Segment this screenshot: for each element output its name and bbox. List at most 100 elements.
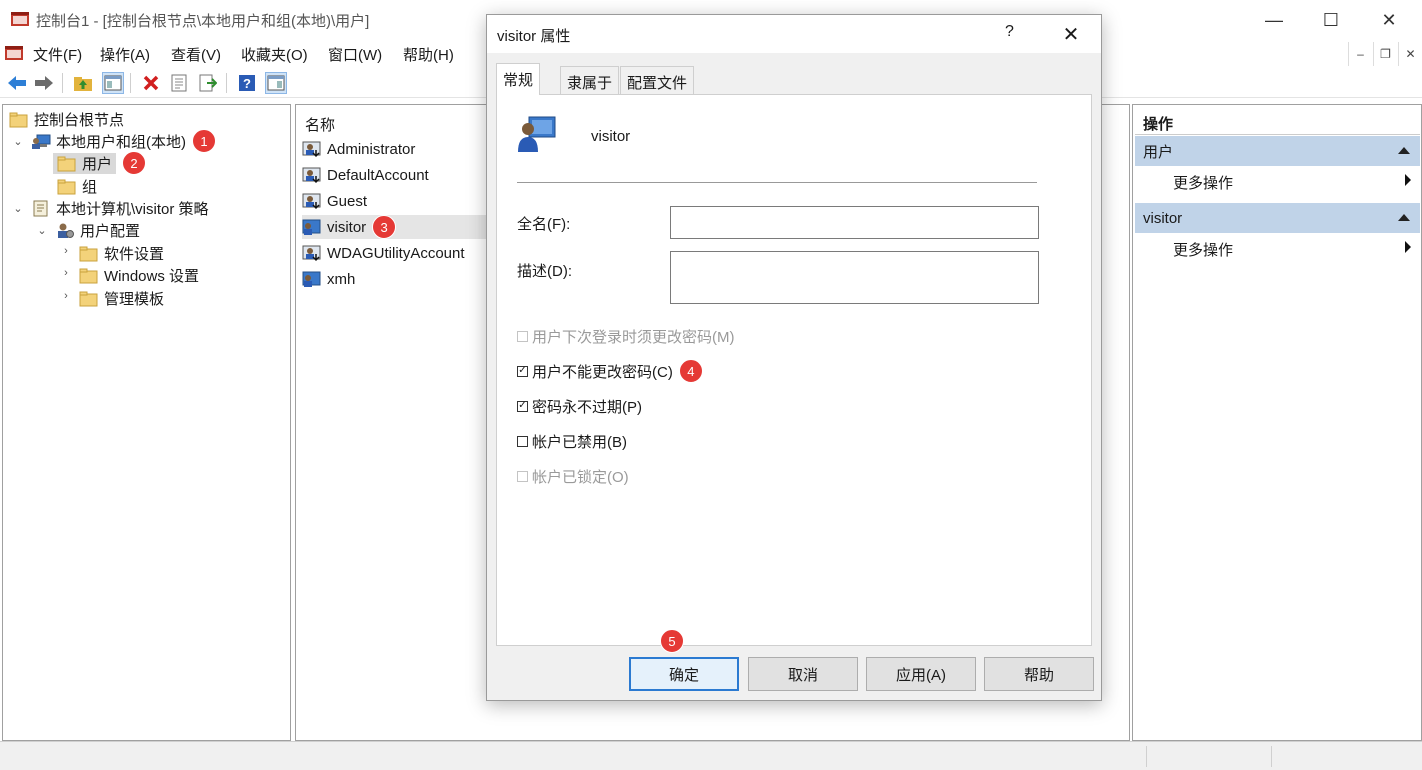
list-item-selected[interactable]: visitor 3 — [302, 215, 492, 239]
cancel-button[interactable]: 取消 — [748, 657, 858, 691]
list-item[interactable]: DefaultAccount — [302, 163, 429, 187]
mdi-restore-button[interactable]: ❐ — [1373, 42, 1397, 66]
tab-profile[interactable]: 配置文件 — [620, 66, 695, 94]
tree-item-label: 用户配置 — [80, 222, 141, 240]
help-icon[interactable]: ? — [236, 72, 258, 94]
column-header-name[interactable]: 名称 — [305, 114, 335, 135]
folder-icon — [79, 291, 98, 306]
tree-item-local-users-groups[interactable]: 本地用户和组(本地) 1 — [31, 129, 216, 153]
policy-scroll-icon — [33, 200, 48, 216]
list-item-label: visitor — [327, 218, 367, 236]
tree-item-label: 控制台根节点 — [34, 111, 125, 129]
checkbox-box[interactable] — [517, 435, 528, 447]
maximize-button[interactable]: ☐ — [1306, 0, 1356, 40]
user-account-icon — [302, 167, 321, 183]
user-config-icon — [58, 223, 74, 238]
action-pane-title: 操作 — [1135, 109, 1420, 135]
menu-help[interactable]: 帮助(H) — [403, 44, 454, 65]
checkbox-password-never-expires[interactable]: ✓ 密码永不过期(P) — [517, 395, 642, 417]
tree-item-admin-templates[interactable]: 管理模板 — [79, 287, 164, 309]
tree-item-label: 管理模板 — [104, 290, 165, 308]
chevron-down-icon[interactable]: ⌄ — [36, 224, 48, 237]
delete-icon[interactable] — [140, 72, 162, 94]
checkbox-account-locked[interactable]: 帐户已锁定(O) — [517, 465, 629, 487]
users-computer-icon — [32, 134, 51, 149]
menu-file[interactable]: 文件(F) — [33, 44, 82, 65]
dialog-title: visitor 属性 — [497, 28, 571, 45]
user-account-icon — [302, 141, 321, 157]
forward-arrow-icon[interactable] — [33, 72, 55, 94]
checkbox-box[interactable] — [517, 470, 528, 482]
menu-action[interactable]: 操作(A) — [100, 44, 150, 65]
checkbox-cannot-change-password[interactable]: ✓ 用户不能更改密码(C) 4 — [517, 359, 703, 383]
action-pane: 操作 用户 更多操作 visitor 更多操作 — [1132, 104, 1422, 741]
folder-icon — [57, 156, 76, 171]
chevron-down-icon[interactable]: ⌄ — [12, 202, 24, 215]
user-account-icon — [302, 193, 321, 209]
action-more-users[interactable]: 更多操作 — [1173, 172, 1233, 193]
checkbox-label: 用户下次登录时须更改密码(M) — [532, 328, 735, 346]
window-title: 控制台1 - [控制台根节点\本地用户和组(本地)\用户] — [36, 13, 370, 30]
checkbox-box[interactable]: ✓ — [517, 400, 528, 412]
step-badge: 2 — [122, 151, 147, 175]
chevron-right-icon[interactable]: › — [60, 267, 72, 279]
tree-item-user-config[interactable]: 用户配置 — [55, 219, 140, 241]
list-item[interactable]: WDAGUtilityAccount — [302, 241, 465, 265]
tree-item-users[interactable]: 用户 2 — [53, 151, 147, 175]
tree-item-console-root[interactable]: 控制台根节点 — [9, 108, 124, 130]
checkbox-account-disabled[interactable]: 帐户已禁用(B) — [517, 430, 627, 452]
checkbox-box[interactable]: ✓ — [517, 365, 528, 377]
user-avatar-icon — [518, 116, 556, 152]
tree-item-local-policy[interactable]: 本地计算机\visitor 策略 — [31, 197, 209, 219]
menu-view[interactable]: 查看(V) — [171, 44, 221, 65]
tree-item-groups[interactable]: 组 — [57, 175, 97, 197]
help-button[interactable]: ? — [1005, 23, 1014, 41]
action-group-label: 用户 — [1143, 143, 1174, 161]
tree-pane: 控制台根节点 ⌄ 本地用户和组(本地) 1 用户 2 组 ⌄ 本地计算机\vis… — [2, 104, 291, 741]
toolbar-separator — [226, 73, 227, 93]
show-hide-action-pane-icon[interactable] — [265, 72, 287, 94]
properties-icon[interactable] — [168, 72, 190, 94]
minimize-button[interactable]: — — [1249, 0, 1299, 40]
back-arrow-icon[interactable] — [6, 72, 28, 94]
tree-item-label: 本地计算机\visitor 策略 — [56, 200, 209, 218]
tab-general[interactable]: 常规 — [496, 63, 541, 95]
tree-item-software-settings[interactable]: 软件设置 — [79, 242, 164, 264]
dialog-close-button[interactable]: ✕ — [1051, 19, 1091, 49]
up-folder-icon[interactable] — [72, 72, 94, 94]
menu-window[interactable]: 窗口(W) — [328, 44, 382, 65]
show-hide-tree-icon[interactable] — [102, 72, 124, 94]
action-group-visitor[interactable]: visitor — [1135, 203, 1420, 233]
list-item[interactable]: Administrator — [302, 137, 415, 161]
mdi-minimize-button[interactable]: ‒ — [1348, 42, 1372, 66]
close-button[interactable]: ✕ — [1364, 0, 1414, 40]
divider — [517, 182, 1037, 183]
action-more-visitor[interactable]: 更多操作 — [1173, 239, 1233, 260]
user-account-icon — [302, 219, 321, 235]
collapse-up-icon[interactable] — [1398, 147, 1410, 154]
tree-item-windows-settings[interactable]: Windows 设置 — [79, 264, 199, 286]
tree-item-label: Windows 设置 — [104, 267, 200, 285]
menu-favorites[interactable]: 收藏夹(O) — [241, 44, 308, 65]
tab-member-of[interactable]: 隶属于 — [560, 66, 620, 94]
chevron-right-icon[interactable]: › — [60, 290, 72, 302]
list-item[interactable]: Guest — [302, 189, 367, 213]
help-dialog-button[interactable]: 帮助 — [984, 657, 1094, 691]
apply-button[interactable]: 应用(A) — [866, 657, 976, 691]
tree-item-label: 软件设置 — [104, 245, 165, 263]
fullname-field[interactable] — [670, 206, 1039, 239]
list-item[interactable]: xmh — [302, 267, 355, 291]
ok-button[interactable]: 确定 — [629, 657, 739, 691]
collapse-up-icon[interactable] — [1398, 214, 1410, 221]
submenu-arrow-icon — [1405, 174, 1411, 186]
export-list-icon[interactable] — [197, 72, 219, 94]
chevron-right-icon[interactable]: › — [60, 245, 72, 257]
mdi-close-button[interactable]: ✕ — [1398, 42, 1422, 66]
description-field[interactable] — [670, 251, 1039, 304]
checkbox-box[interactable] — [517, 330, 528, 342]
step-badge: 4 — [678, 359, 703, 383]
checkbox-must-change-password[interactable]: 用户下次登录时须更改密码(M) — [517, 325, 735, 347]
chevron-down-icon[interactable]: ⌄ — [12, 135, 24, 148]
action-group-users[interactable]: 用户 — [1135, 136, 1420, 166]
toolbar-separator — [62, 73, 63, 93]
